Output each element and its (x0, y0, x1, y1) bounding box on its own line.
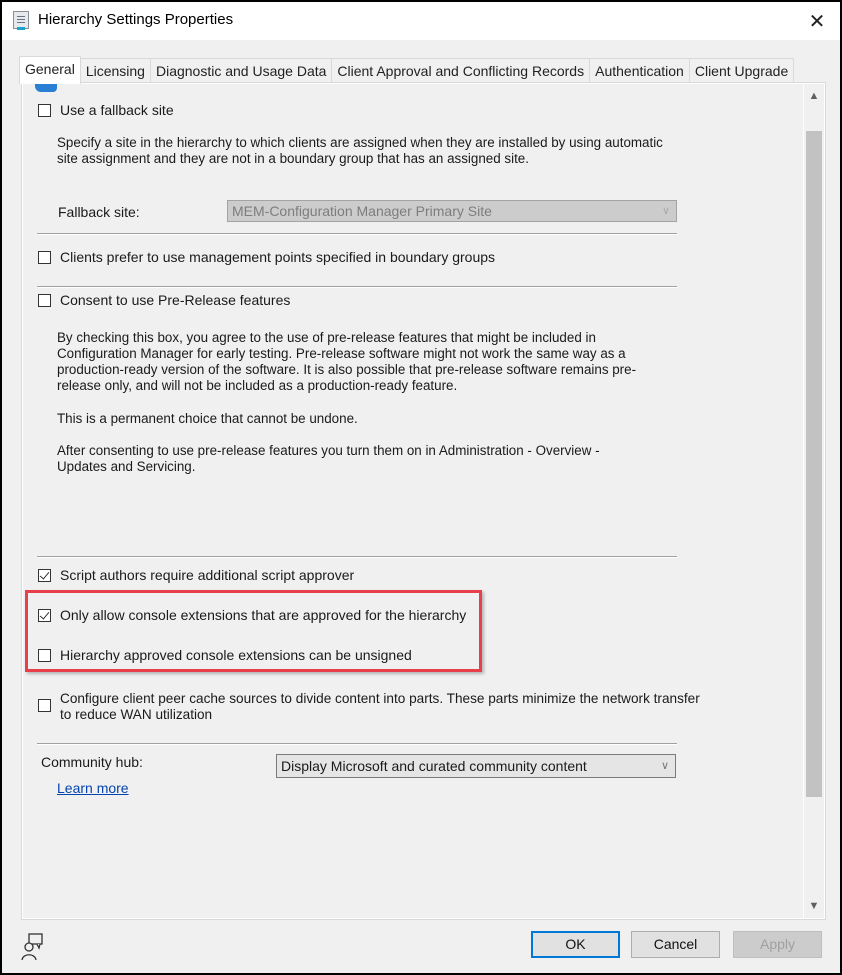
community-hub-label: Community hub: (41, 754, 143, 770)
title-bar: Hierarchy Settings Properties ✕ (2, 2, 840, 40)
properties-dialog: Hierarchy Settings Properties ✕ General … (2, 2, 840, 973)
fallback-site-description: Specify a site in the hierarchy to which… (57, 135, 663, 166)
fallback-site-value: MEM-Configuration Manager Primary Site (232, 203, 492, 219)
properties-sheet-icon (13, 11, 29, 30)
scroll-up-button[interactable]: ▲ (804, 86, 824, 106)
cancel-button[interactable]: Cancel (631, 931, 720, 958)
fallback-site-dropdown[interactable]: MEM-Configuration Manager Primary Site ∨ (227, 200, 677, 222)
fallback-site-field-label: Fallback site: (58, 204, 140, 220)
prerelease-description: By checking this box, you agree to the u… (57, 330, 637, 393)
tab-authentication[interactable]: Authentication (589, 58, 690, 83)
separator (37, 286, 677, 288)
peer-cache-label: Configure client peer cache sources to d… (60, 691, 700, 722)
tab-licensing[interactable]: Licensing (79, 58, 151, 83)
unsigned-console-extensions-checkbox[interactable] (38, 649, 51, 662)
chevron-down-icon: ∨ (660, 760, 669, 772)
user-feedback-icon[interactable] (20, 932, 48, 962)
tab-general[interactable]: General (19, 56, 81, 84)
script-approver-label: Script authors require additional script… (60, 567, 355, 583)
community-hub-value: Display Microsoft and curated community … (281, 758, 587, 774)
tab-client-upgrade[interactable]: Client Upgrade (688, 58, 795, 83)
prefer-management-points-label: Clients prefer to use management points … (60, 249, 496, 265)
approved-console-extensions-label: Only allow console extensions that are a… (60, 607, 467, 623)
fallback-site-label: Use a fallback site (60, 102, 174, 118)
separator (37, 743, 677, 745)
chevron-up-icon: ▲ (808, 90, 820, 102)
fallback-site-checkbox[interactable] (38, 104, 51, 117)
prerelease-consent-label: Consent to use Pre-Release features (60, 292, 291, 308)
prefer-management-points-checkbox[interactable] (38, 251, 51, 264)
learn-more-link[interactable]: Learn more (57, 780, 129, 796)
close-button[interactable]: ✕ (794, 2, 840, 40)
prerelease-instructions: After consenting to use pre-release feat… (57, 443, 600, 474)
separator (37, 233, 677, 235)
prerelease-consent-checkbox[interactable] (38, 294, 51, 307)
tab-client-approval[interactable]: Client Approval and Conflicting Records (331, 58, 591, 83)
vertical-scrollbar[interactable]: ▲ ▼ (803, 84, 824, 918)
ok-button[interactable]: OK (531, 931, 620, 958)
approved-console-extensions-checkbox[interactable] (38, 609, 51, 622)
scroll-thumb[interactable] (806, 131, 822, 797)
close-icon: ✕ (808, 10, 826, 33)
tab-diagnostic-usage-data[interactable]: Diagnostic and Usage Data (149, 58, 333, 83)
window-title: Hierarchy Settings Properties (38, 11, 234, 28)
peer-cache-checkbox[interactable] (38, 699, 51, 712)
tab-strip: General Licensing Diagnostic and Usage D… (19, 56, 795, 84)
apply-button[interactable]: Apply (733, 931, 822, 958)
chevron-down-icon: ∨ (661, 205, 670, 217)
chevron-down-icon: ▼ (808, 900, 820, 912)
prerelease-permanent-note: This is a permanent choice that cannot b… (57, 411, 358, 426)
scroll-down-button[interactable]: ▼ (804, 896, 824, 916)
separator (37, 556, 677, 558)
script-approver-checkbox[interactable] (38, 569, 51, 582)
unsigned-console-extensions-label: Hierarchy approved console extensions ca… (60, 647, 412, 663)
community-hub-dropdown[interactable]: Display Microsoft and curated community … (276, 754, 676, 778)
